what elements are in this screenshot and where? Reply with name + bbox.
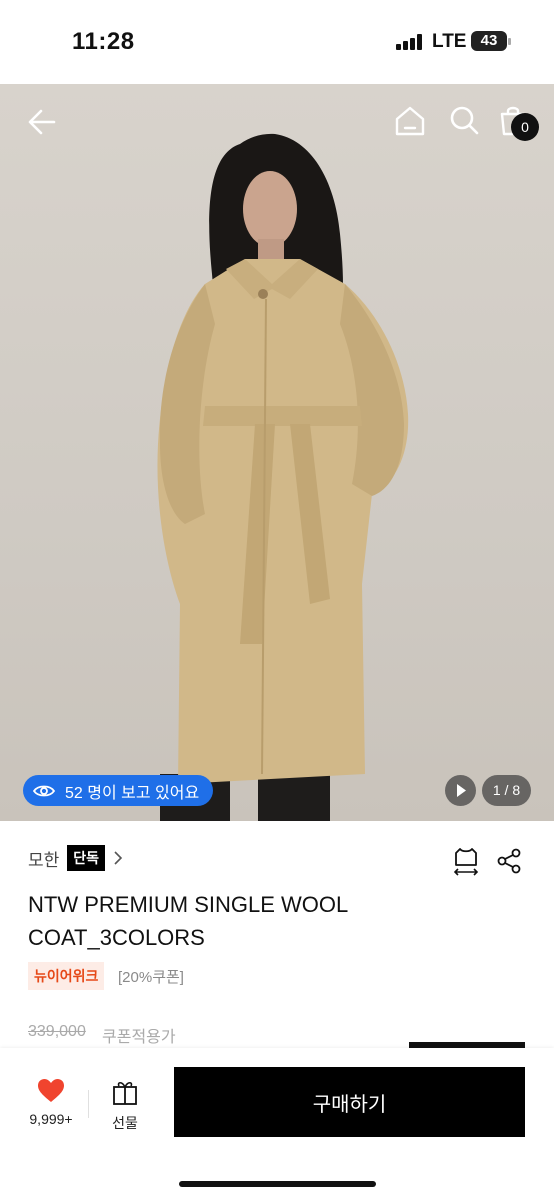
share-icon[interactable] (495, 847, 523, 875)
status-time: 11:28 (72, 28, 135, 55)
coat-model-photo (157, 133, 409, 821)
size-guide-icon[interactable] (450, 845, 482, 877)
like-button[interactable]: 9,999+ (22, 1078, 80, 1127)
heart-icon (38, 1079, 64, 1102)
cart-count-badge: 0 (511, 113, 539, 141)
like-count: 9,999+ (29, 1111, 73, 1127)
product-title: NTW PREMIUM SINGLE WOOL COAT_3COLORS (28, 892, 348, 950)
viewers-text: 52 명이 보고 있어요 (65, 784, 200, 802)
image-page-counter: 1 / 8 (482, 775, 531, 806)
brand-link[interactable]: 모한 단독 (28, 845, 123, 871)
brand-name: 모한 (28, 850, 60, 870)
status-bar: 11:28 LTE 43 (0, 0, 554, 84)
gift-button[interactable]: 선물 (104, 1078, 146, 1133)
coupon-price-label: 쿠폰적용가 (102, 1029, 176, 1046)
buy-button[interactable]: 구매하기 (174, 1067, 525, 1137)
back-arrow-icon[interactable] (22, 102, 62, 142)
play-icon (457, 784, 466, 797)
bottom-divider (88, 1090, 89, 1118)
new-year-week-tag: 뉴이어위크 (28, 962, 105, 990)
coupon-tag: [20%쿠폰] (118, 969, 184, 986)
exclusive-badge: 단독 (67, 845, 106, 871)
network-label: LTE (432, 31, 467, 52)
gift-label: 선물 (112, 1115, 138, 1131)
home-indicator (179, 1181, 376, 1187)
search-icon[interactable] (446, 102, 482, 138)
original-price: 339,000 (28, 1023, 86, 1040)
gift-icon (113, 1081, 137, 1105)
battery-icon: 43 (471, 31, 511, 51)
signal-icon (396, 34, 424, 50)
home-icon[interactable] (391, 102, 429, 140)
play-button[interactable] (445, 775, 476, 806)
viewers-badge: 52 명이 보고 있어요 (23, 775, 214, 806)
eye-icon (33, 785, 55, 796)
chevron-right-icon (114, 851, 123, 865)
product-image[interactable]: 0 52 명이 보고 있어요 1 / 8 (0, 84, 554, 821)
